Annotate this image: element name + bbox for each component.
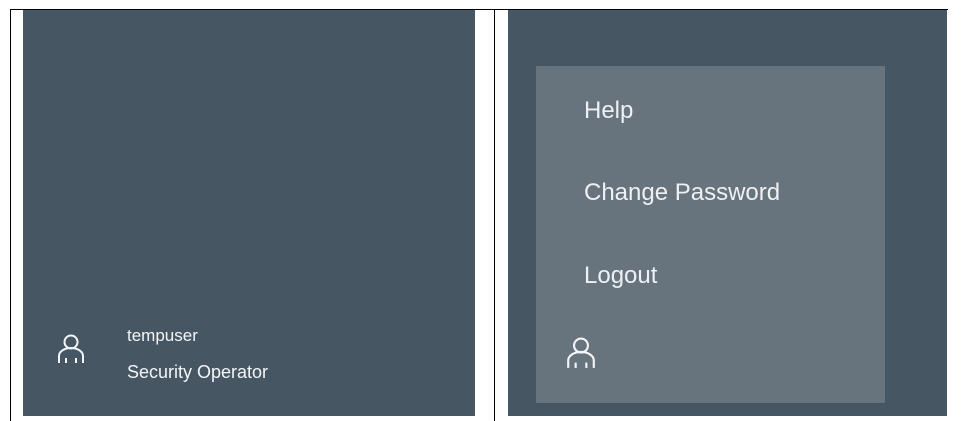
frame-divider: [494, 9, 495, 421]
user-icon: [58, 334, 84, 363]
username-label: tempuser: [127, 326, 198, 345]
right-sidebar-panel: Help Change Password Logout: [508, 10, 947, 416]
frame-left-border: [10, 9, 11, 421]
menu-item-change-password[interactable]: Change Password: [584, 179, 780, 207]
user-dropdown-menu: Help Change Password Logout: [536, 66, 885, 403]
user-icon[interactable]: [566, 337, 596, 369]
left-sidebar-panel: tempuser Security Operator: [23, 10, 475, 416]
menu-item-logout[interactable]: Logout: [584, 262, 657, 290]
menu-item-help[interactable]: Help: [584, 97, 633, 125]
user-role-label: Security Operator: [127, 362, 269, 382]
